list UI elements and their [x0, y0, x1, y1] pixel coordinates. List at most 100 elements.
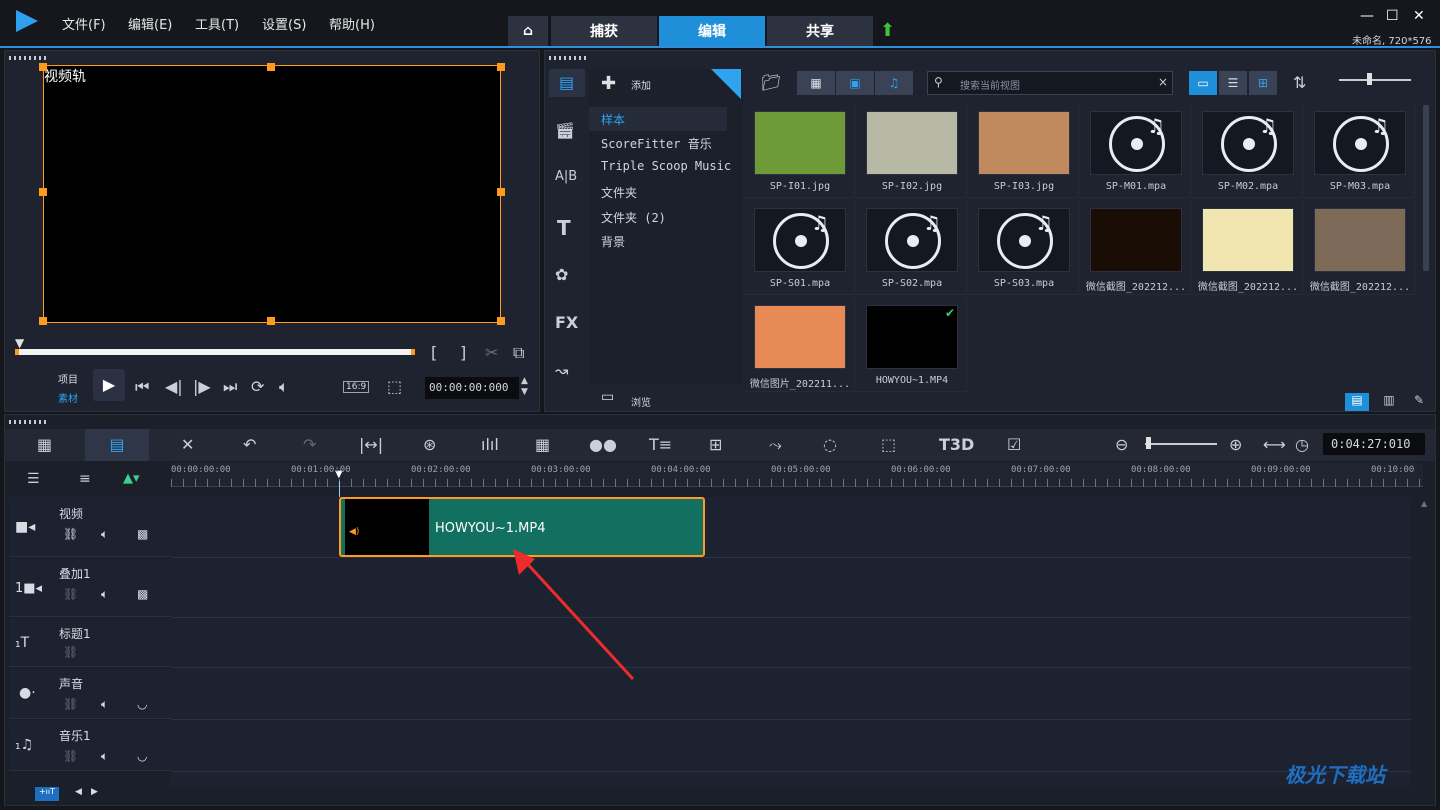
tab-share[interactable]: 共享: [767, 16, 873, 46]
view-thumbnail-icon[interactable]: ▭: [1189, 71, 1217, 95]
link-icon[interactable]: ⛓︎: [63, 697, 78, 711]
handle[interactable]: [39, 188, 47, 196]
duration-clock-icon[interactable]: ◷: [1295, 435, 1309, 454]
view-list-icon[interactable]: ☰: [1219, 71, 1247, 95]
folder-item[interactable]: 背景: [601, 233, 625, 250]
resize-icon[interactable]: ⬚: [387, 377, 402, 396]
voice-track-icon[interactable]: ●·: [19, 685, 36, 701]
media-item[interactable]: ♫ SP-M03.mpa: [1305, 103, 1415, 198]
close-icon[interactable]: ✕: [1413, 8, 1425, 24]
panel-grip[interactable]: [9, 56, 49, 60]
mode-clip[interactable]: 素材: [58, 390, 78, 405]
home-start-icon[interactable]: ⏮: [135, 377, 149, 397]
scroll-left-icon[interactable]: ◀: [75, 787, 82, 797]
timeline-view-icon[interactable]: ▤: [85, 429, 149, 461]
upgrade-arrow-icon[interactable]: ⬆: [880, 20, 895, 41]
maximize-icon[interactable]: ☐: [1386, 8, 1399, 24]
menu-tools[interactable]: 工具(T): [195, 14, 239, 33]
auto-music-icon[interactable]: ▦: [535, 435, 550, 454]
panel-grip[interactable]: [9, 420, 49, 424]
handle[interactable]: [267, 317, 275, 325]
folder-item[interactable]: 文件夹: [601, 184, 637, 201]
view-grid-icon[interactable]: ⊞: [1249, 71, 1277, 95]
link-icon[interactable]: ⛓︎: [63, 587, 78, 601]
minimize-icon[interactable]: —: [1360, 8, 1374, 24]
menu-file[interactable]: 文件(F): [62, 14, 106, 33]
ripple-icon[interactable]: ▩: [137, 527, 148, 541]
media-item[interactable]: ♫ SP-M01.mpa: [1081, 103, 1191, 198]
panel-layout-icon[interactable]: ▥: [1377, 393, 1401, 411]
home-icon[interactable]: ⌂: [508, 16, 548, 46]
repeat-icon[interactable]: ⟳: [251, 377, 264, 396]
undo-icon[interactable]: ↶: [243, 435, 256, 454]
mark-in-icon[interactable]: [: [431, 343, 437, 362]
mode-project[interactable]: 项目: [58, 371, 78, 386]
handle[interactable]: [497, 188, 505, 196]
ripple-icon[interactable]: ▩: [137, 587, 148, 601]
add-track-icon[interactable]: ≡: [79, 471, 91, 487]
transition-icon[interactable]: A|B: [555, 169, 577, 184]
menu-help[interactable]: 帮助(H): [329, 14, 375, 33]
scroll-right-icon[interactable]: ▶: [91, 787, 98, 797]
handle[interactable]: [39, 317, 47, 325]
thumb-size-slider[interactable]: [1339, 79, 1411, 81]
track-manager-icon[interactable]: ☰: [27, 471, 40, 487]
pin-icon[interactable]: [711, 69, 741, 99]
audio-mixer-icon[interactable]: ılıl: [481, 435, 499, 454]
volume-icon[interactable]: 🔈︎: [279, 377, 289, 397]
subtitle-icon[interactable]: T≡: [649, 435, 672, 454]
media-library-icon[interactable]: ▤: [549, 69, 585, 97]
browse-label[interactable]: 浏览: [631, 394, 651, 409]
panel-grip[interactable]: [549, 56, 589, 60]
media-item[interactable]: 微信图片_202211...: [745, 297, 855, 392]
fit-project-icon[interactable]: ⟷: [1263, 435, 1286, 454]
media-item[interactable]: SP-I02.jpg: [857, 103, 967, 198]
options-icon[interactable]: ✎: [1407, 393, 1431, 411]
slider-thumb[interactable]: [1367, 73, 1372, 85]
track-toggle-icon[interactable]: +ııT: [35, 787, 59, 801]
menu-settings[interactable]: 设置(S): [262, 14, 306, 33]
music-track-icon[interactable]: ₁♫: [15, 737, 33, 753]
tab-edit[interactable]: 编辑: [659, 16, 765, 46]
timecode-stepper[interactable]: ▲ ▼: [521, 376, 528, 398]
fade-icon[interactable]: ◡: [137, 697, 147, 711]
title-track-icon[interactable]: ₁T: [15, 635, 29, 651]
link-icon[interactable]: ⛓︎: [63, 749, 78, 763]
redo-icon[interactable]: ↷: [303, 435, 316, 454]
media-item[interactable]: SP-I01.jpg: [745, 103, 855, 198]
multi-camera-icon[interactable]: ⊞: [709, 435, 722, 454]
folder-item[interactable]: ScoreFitter 音乐: [601, 135, 712, 152]
clear-icon[interactable]: ×: [1158, 75, 1168, 89]
playhead-marker-icon[interactable]: ▼: [15, 336, 24, 350]
handle[interactable]: [497, 317, 505, 325]
handle[interactable]: [39, 63, 47, 71]
preview-screen[interactable]: 视频轨: [43, 65, 501, 323]
mute-icon[interactable]: 🔈︎: [101, 749, 108, 764]
tab-capture[interactable]: 捕获: [551, 16, 657, 46]
smart-package-icon[interactable]: ☑: [1007, 435, 1021, 454]
fit-icon[interactable]: |↔|: [359, 435, 383, 454]
media-item[interactable]: ♫ SP-S01.mpa: [745, 200, 855, 295]
link-icon[interactable]: ⛓︎: [63, 645, 78, 659]
media-item[interactable]: 微信截图_202212...: [1081, 200, 1191, 295]
media-item[interactable]: 微信截图_202212...: [1305, 200, 1415, 295]
search-input[interactable]: ⚲ 搜索当前视图 ×: [927, 71, 1173, 95]
folder-item[interactable]: Triple Scoop Music: [601, 159, 731, 173]
media-item[interactable]: 微信截图_202212...: [1193, 200, 1303, 295]
vertical-scrollbar[interactable]: ▲: [1419, 497, 1431, 787]
play-button[interactable]: ▶: [93, 369, 125, 401]
scrub-bar[interactable]: [15, 349, 415, 355]
fx-icon[interactable]: FX: [555, 313, 578, 332]
add-icon[interactable]: ✚: [601, 73, 616, 94]
media-item[interactable]: ♫ SP-M02.mpa: [1193, 103, 1303, 198]
media-item[interactable]: SP-I03.jpg: [969, 103, 1079, 198]
storyboard-view-icon[interactable]: ▦: [37, 435, 52, 454]
folder-item[interactable]: 样本: [601, 111, 625, 128]
video-track-icon[interactable]: ■◂: [15, 519, 35, 535]
chapter-icon[interactable]: ▲▾: [123, 471, 140, 486]
fade-icon[interactable]: ◡: [137, 749, 147, 763]
filter-photo-icon[interactable]: ▣: [836, 71, 874, 95]
filter-video-icon[interactable]: ▦: [797, 71, 835, 95]
folder-item[interactable]: 文件夹 (2): [601, 209, 666, 226]
import-folder-icon[interactable]: 📁︎: [761, 73, 781, 92]
